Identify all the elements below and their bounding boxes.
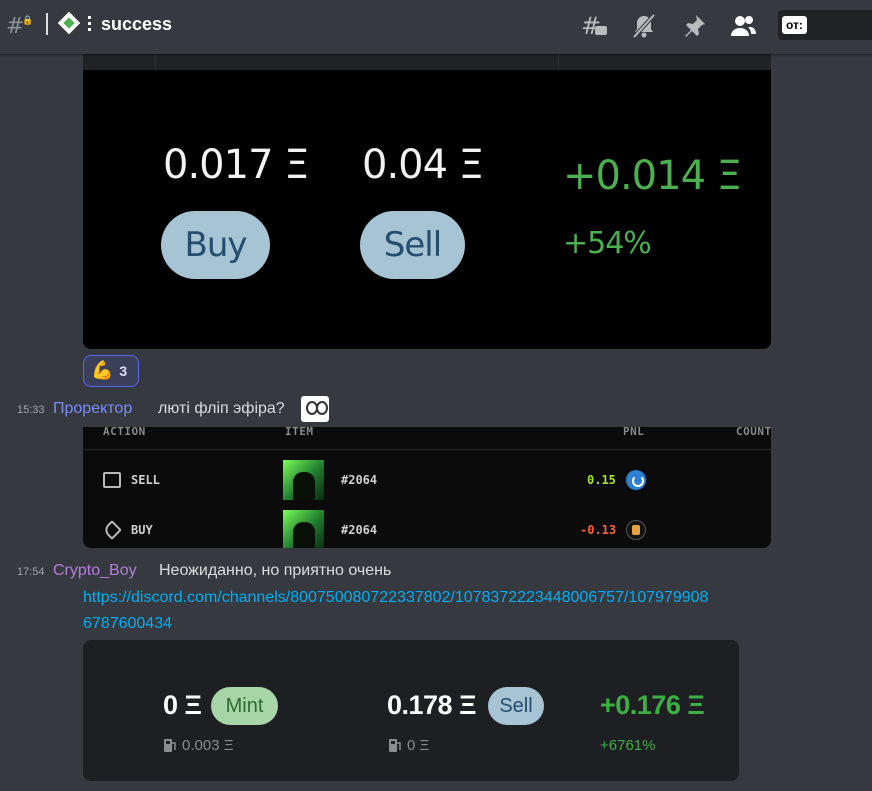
marketplace-icon — [626, 520, 646, 540]
buy-price: 0.017 Ξ — [163, 142, 309, 188]
table-row-pnl: 0.15 — [587, 473, 616, 487]
profit-value: +0.014 Ξ — [563, 153, 742, 199]
tag-icon — [102, 520, 122, 540]
reaction-button[interactable]: 💪 3 — [83, 355, 139, 387]
sell-price: 0.04 Ξ — [362, 142, 484, 188]
message-link[interactable]: https://discord.com/channels/80075008072… — [83, 585, 823, 637]
mint-result-image[interactable]: 0 Ξ Mint 0.003 Ξ 0.178 Ξ Sell 0 Ξ +0.176… — [83, 640, 739, 781]
column-header-pnl: PNL — [623, 427, 645, 438]
message-author[interactable]: Проректор — [53, 400, 132, 418]
message-timestamp[interactable]: 15:33 — [17, 404, 45, 416]
image-top-strip — [83, 54, 771, 70]
profit-value: +0.176 Ξ — [600, 690, 705, 720]
message-text: Неожиданно, но приятно очень — [159, 562, 392, 579]
message-text: люті фліп эфіра? — [158, 400, 285, 417]
column-header-item: ITEM — [285, 427, 314, 438]
channel-emoji-icon — [56, 10, 82, 36]
face-emoji-icon — [301, 396, 329, 422]
column-header-count: COUNT — [736, 427, 771, 438]
channel-name: success — [101, 14, 173, 34]
table-row-action: SELL — [131, 473, 160, 487]
mint-gas: 0.003 Ξ — [182, 737, 234, 754]
mint-pill: Mint — [211, 687, 278, 725]
buy-pill: Buy — [161, 211, 270, 279]
sell-gas: 0 Ξ — [407, 737, 430, 754]
message-timestamp[interactable]: 17:54 — [17, 566, 45, 578]
trade-result-image[interactable]: 0.017 Ξ 0.04 Ξ +0.014 Ξ Buy Sell +54% — [83, 54, 771, 349]
gas-icon — [164, 739, 176, 752]
sell-pill: Sell — [488, 687, 544, 725]
notification-muted-icon[interactable] — [630, 12, 658, 40]
mint-price: 0 Ξ — [163, 690, 202, 720]
threads-icon[interactable]: # — [580, 12, 608, 40]
header-divider — [46, 13, 48, 35]
table-divider — [83, 449, 771, 450]
table-row-action: BUY — [131, 523, 153, 537]
channel-dots-icon — [88, 16, 91, 34]
column-header-action: ACTION — [103, 427, 146, 438]
flexed-biceps-icon: 💪 — [91, 360, 114, 381]
cart-icon — [103, 472, 121, 488]
sell-price: 0.178 Ξ — [387, 690, 476, 720]
channel-header: # 🔒 success # от: — [0, 0, 872, 54]
pin-icon[interactable] — [680, 12, 708, 40]
gas-icon — [389, 739, 401, 752]
table-row-item: #2064 — [341, 523, 378, 537]
private-thread-icon: # 🔒 — [6, 14, 34, 39]
member-list-icon[interactable] — [729, 12, 757, 40]
message-author[interactable]: Crypto_Boy — [53, 562, 137, 580]
nft-thumbnail — [283, 460, 324, 500]
trade-table-image[interactable]: ACTION ITEM PNL COUNT SELL #2064 0.15 BU… — [83, 427, 771, 548]
message-link-line[interactable]: 6787600434 — [83, 611, 823, 637]
profit-percent: +54% — [563, 226, 652, 261]
marketplace-icon — [626, 470, 646, 490]
reaction-count: 3 — [119, 363, 128, 379]
search-input[interactable]: от: — [778, 10, 872, 40]
profit-percent: +6761% — [600, 737, 656, 754]
message-link-line[interactable]: https://discord.com/channels/80075008072… — [83, 585, 823, 611]
sell-pill: Sell — [360, 211, 465, 279]
nft-thumbnail — [283, 510, 324, 548]
table-row-item: #2064 — [341, 473, 378, 487]
table-row-pnl: -0.13 — [580, 523, 617, 537]
search-filter-chip[interactable]: от: — [782, 16, 807, 34]
